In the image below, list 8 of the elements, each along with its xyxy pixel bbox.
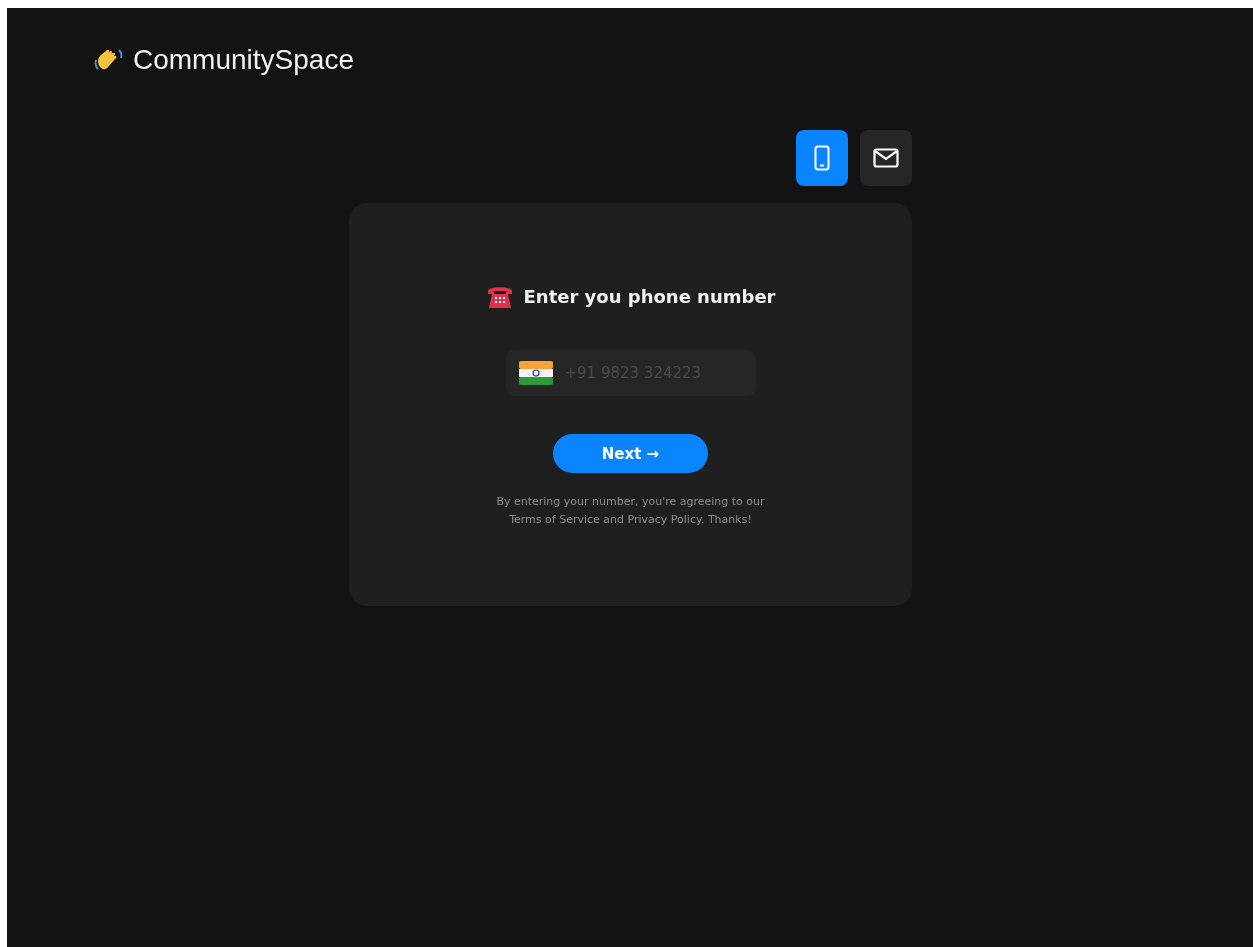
terms-text: By entering your number, you're agreeing to our Terms of Service and Privacy Policy. Thanks! <box>495 494 766 528</box>
phone-tab[interactable] <box>796 130 848 186</box>
form-title: Enter you phone number <box>523 285 776 307</box>
envelope-icon <box>873 148 899 168</box>
email-tab[interactable] <box>860 130 912 186</box>
next-button[interactable]: Next → <box>553 434 708 473</box>
brand-name: CommunitySpace <box>133 44 354 76</box>
smartphone-icon <box>814 145 830 171</box>
